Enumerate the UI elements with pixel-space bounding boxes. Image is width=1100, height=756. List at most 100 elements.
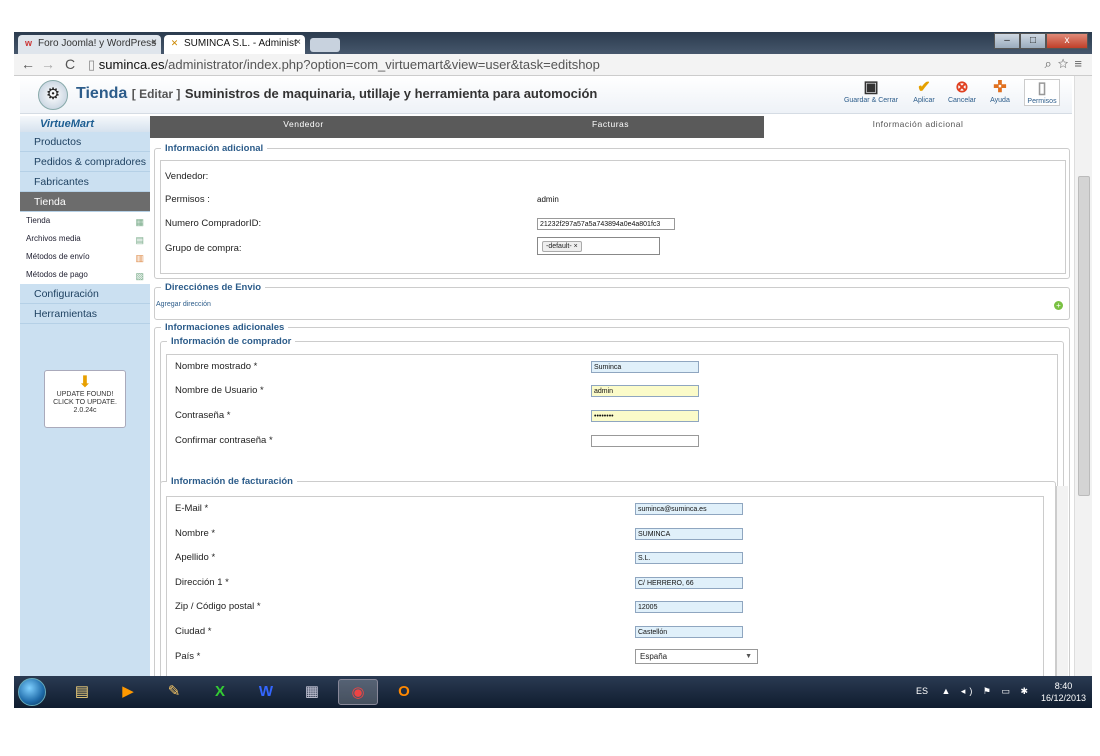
url-input[interactable]: ▯ suminca.es/administrator/index.php?opt…: [88, 56, 1068, 74]
pais-select[interactable]: España ▼: [635, 649, 758, 664]
check-icon: ✔: [917, 79, 931, 96]
lock-icon: ▯: [1037, 80, 1047, 97]
direccion-label: Dirección 1 *: [175, 577, 229, 588]
forward-arrow-icon[interactable]: →: [40, 56, 56, 72]
sidebar-subitem-media[interactable]: Archivos media ▤: [20, 230, 150, 248]
sidebar-subitem-pago[interactable]: Métodos de pago ▧: [20, 266, 150, 284]
apellido-label: Apellido *: [175, 552, 216, 563]
cancel-button[interactable]: ⊗ Cancelar: [944, 79, 980, 104]
chrome-icon[interactable]: ◉: [338, 679, 378, 705]
back-arrow-icon[interactable]: ←: [20, 56, 36, 72]
sidebar-subitem-envio[interactable]: Métodos de envío ▥: [20, 248, 150, 266]
browser-window: w Foro Joomla! y WordPress × ✕ SUMINCA S…: [14, 32, 1092, 708]
grupo-tag: -default- ×: [542, 241, 582, 252]
section-legend: Información adicional: [165, 143, 264, 154]
sidebar-item-fabricantes[interactable]: Fabricantes: [20, 172, 150, 192]
permissions-button[interactable]: ▯ Permisos: [1024, 79, 1060, 106]
shipping-icon: ▥: [135, 253, 144, 263]
ciudad-label: Ciudad *: [175, 626, 212, 637]
tab-informacion-adicional[interactable]: Información adicional: [764, 116, 1072, 138]
tab-strip: w Foro Joomla! y WordPress × ✕ SUMINCA S…: [14, 32, 1092, 54]
save-icon: ▣: [863, 79, 879, 96]
update-notice[interactable]: ⬇ UPDATE FOUND! CLICK TO UPDATE. 2.0.24c: [44, 370, 126, 428]
nombre-field[interactable]: SUMINCA: [635, 528, 743, 540]
window-controls: – □ x: [994, 33, 1088, 49]
title-shop: Suministros de maquinaria, utillaje y he…: [184, 86, 598, 101]
address-bar-row: ← → C ▯ suminca.es/administrator/index.p…: [14, 54, 1092, 76]
page-scrollbar[interactable]: [1074, 76, 1092, 708]
outlook-icon[interactable]: O: [384, 679, 424, 705]
update-line2: CLICK TO UPDATE.: [53, 399, 117, 406]
clock-time: 8:40: [1054, 681, 1073, 691]
update-line1: UPDATE FOUND!: [56, 391, 114, 398]
tab-close-icon[interactable]: ×: [295, 37, 301, 48]
start-button[interactable]: [18, 678, 46, 706]
zip-field[interactable]: 12005: [635, 601, 743, 613]
excel-icon[interactable]: X: [200, 679, 240, 705]
subitem-label: Tienda: [26, 216, 51, 225]
grupo-select[interactable]: -default- ×: [537, 237, 660, 255]
apply-button[interactable]: ✔ Aplicar: [908, 79, 940, 104]
pais-label: País *: [175, 651, 201, 662]
nombre-mostrado-field[interactable]: Suminca: [591, 361, 699, 373]
ciudad-field[interactable]: Castellón: [635, 626, 743, 638]
tab-facturas[interactable]: Facturas: [457, 116, 764, 138]
confirm-password-field[interactable]: [591, 435, 699, 447]
clock-date: 16/12/2013: [1040, 693, 1086, 703]
new-tab-button[interactable]: [310, 38, 340, 52]
close-window-button[interactable]: x: [1046, 33, 1088, 49]
envio-section: Direcciónes de Envio: [154, 282, 1070, 320]
minimize-button[interactable]: –: [994, 33, 1020, 49]
email-label: E-Mail *: [175, 503, 209, 514]
sidebar: VirtueMart Productos Pedidos & comprador…: [20, 116, 150, 676]
email-field[interactable]: suminca@suminca.es: [635, 503, 743, 515]
calculator-icon[interactable]: ▦: [292, 679, 332, 705]
maximize-button[interactable]: □: [1020, 33, 1046, 49]
comprador-id-field[interactable]: 21232f297a57a5a743894a0e4a801fc3: [537, 218, 675, 230]
menu-icon[interactable]: ≡: [1074, 56, 1088, 71]
title-edit: [ Editar ]: [131, 87, 181, 101]
reload-icon[interactable]: C: [62, 56, 78, 72]
sidebar-item-pedidos[interactable]: Pedidos & compradores: [20, 152, 150, 172]
save-close-button[interactable]: ▣ Guardar & Cerrar: [840, 79, 902, 104]
sidebar-item-herramientas[interactable]: Herramientas: [20, 304, 150, 324]
editor-icon[interactable]: ✎: [154, 679, 194, 705]
clock[interactable]: 8:40 16/12/2013: [1041, 680, 1086, 704]
virtuemart-logo: VirtueMart: [20, 116, 150, 132]
media-player-icon[interactable]: ▶: [108, 679, 148, 705]
browser-tab-foro[interactable]: w Foro Joomla! y WordPress ×: [18, 35, 161, 54]
url-actions: ⌕☆≡: [1045, 56, 1088, 72]
section-legend: Información de comprador: [171, 336, 292, 347]
add-address-plus-icon[interactable]: +: [1054, 301, 1063, 310]
explorer-icon[interactable]: ▤: [62, 679, 102, 705]
sidebar-subitem-tienda[interactable]: Tienda ▦: [20, 212, 150, 230]
tab-vendedor[interactable]: Vendedor: [150, 116, 457, 138]
info-comprador-table: Nombre mostrado * Suminca Nombre de Usua…: [166, 354, 1058, 490]
remove-tag-icon[interactable]: ×: [574, 243, 578, 250]
password-field[interactable]: ••••••••: [591, 410, 699, 422]
grupo-label: Grupo de compra:: [165, 243, 242, 254]
usuario-field[interactable]: admin: [591, 385, 699, 397]
star-icon[interactable]: ☆: [1058, 56, 1075, 71]
subitem-label: Archivos media: [26, 234, 81, 243]
sidebar-item-productos[interactable]: Productos: [20, 132, 150, 152]
apellido-field[interactable]: S.L.: [635, 552, 743, 564]
scrollbar-thumb[interactable]: [1078, 176, 1090, 496]
word-icon[interactable]: W: [246, 679, 286, 705]
cancel-label: Cancelar: [947, 97, 976, 104]
language-indicator[interactable]: ES: [916, 686, 928, 696]
joomla-favicon-icon: w: [24, 38, 32, 48]
zip-label: Zip / Código postal *: [175, 601, 261, 612]
direccion-field[interactable]: C/ HERRERO, 66: [635, 577, 743, 589]
sidebar-item-tienda[interactable]: Tienda: [20, 192, 150, 212]
sidebar-item-configuracion[interactable]: Configuración: [20, 284, 150, 304]
add-address-link[interactable]: Agregar dirección: [156, 301, 211, 308]
browser-tab-suminca[interactable]: ✕ SUMINCA S.L. - Administ ×: [164, 35, 305, 54]
facturacion-scrollbar[interactable]: [1056, 486, 1068, 706]
zoom-icon[interactable]: ⌕: [1045, 56, 1058, 71]
shop-icon: ▦: [135, 217, 144, 227]
tab-close-icon[interactable]: ×: [151, 37, 157, 48]
help-label: Ayuda: [990, 97, 1010, 104]
help-button[interactable]: ✜ Ayuda: [986, 79, 1014, 104]
cancel-icon: ⊗: [955, 79, 969, 96]
